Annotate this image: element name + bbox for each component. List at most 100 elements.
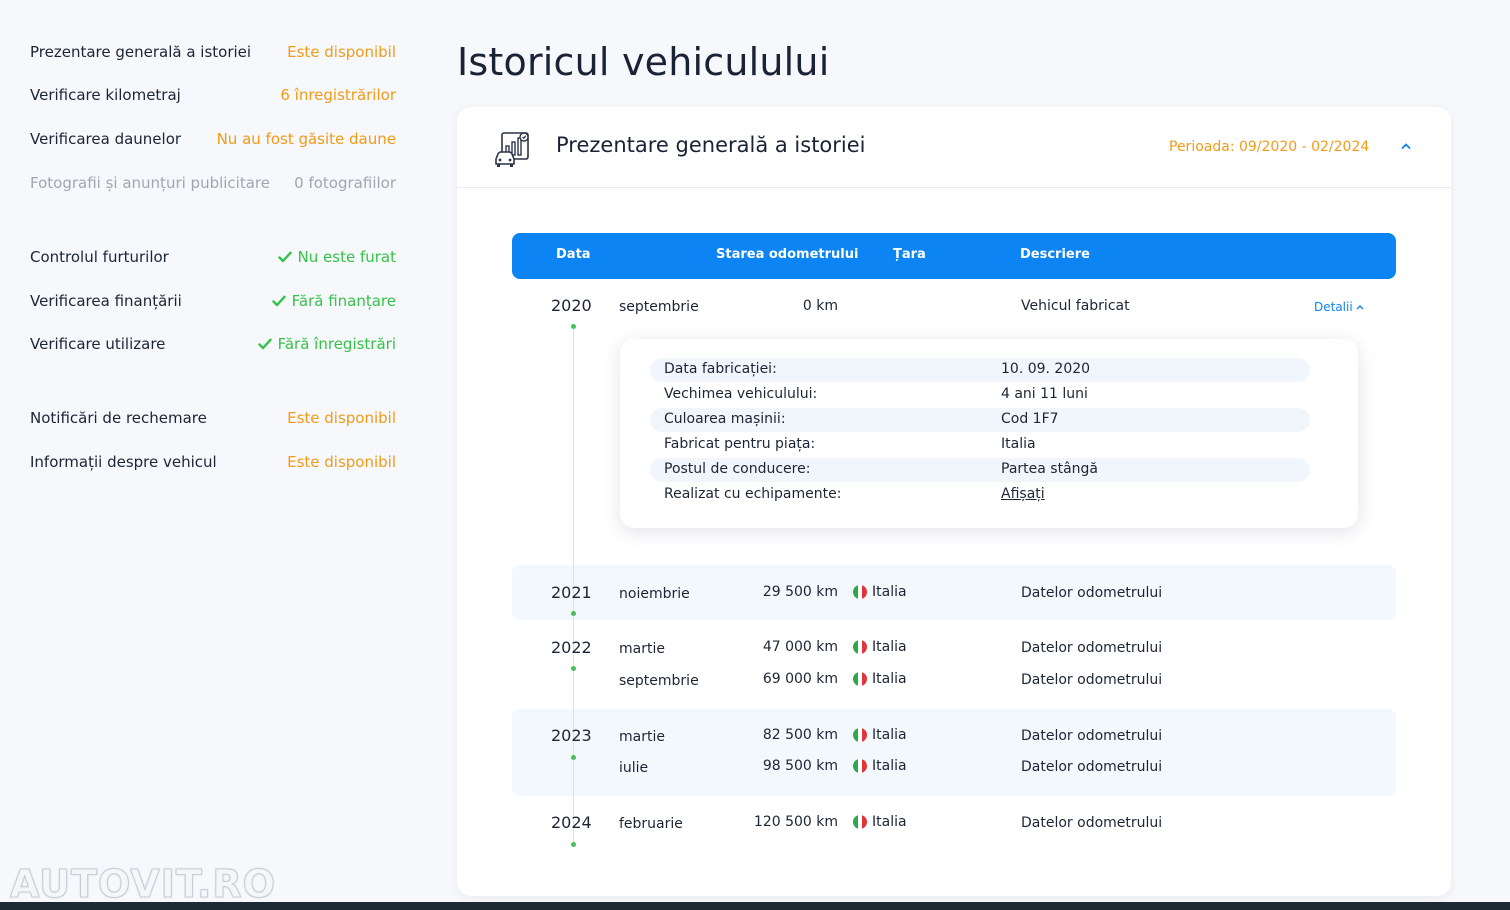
sidebar-item-history-overview[interactable]: Prezentare generală a istoriei Este disp… [30,40,396,64]
description-text: Datelor odometrului [1021,728,1163,744]
detail-value: Italia [1001,436,1036,452]
timeline-dot [571,755,576,760]
check-icon [257,338,272,350]
sidebar-item-label: Verificarea finanțării [30,292,182,310]
country-cell: Italia [853,814,907,830]
description-text: Datelor odometrului [1021,640,1163,656]
description-text: Datelor odometrului [1021,815,1163,831]
detail-value: Partea stângă [1001,461,1098,477]
description-text: Datelor odometrului [1021,759,1163,775]
year-label: 2023 [551,726,592,745]
sidebar-item-label: Fotografii și anunțuri publicitare [30,174,270,192]
sidebar-item-mileage-check[interactable]: Verificare kilometraj 6 înregistrărilor [30,83,396,107]
detail-key: Fabricat pentru piața: [664,436,816,452]
sidebar-item-vehicle-info[interactable]: Informații despre vehicul Este disponibi… [30,450,396,474]
sidebar-item-status: 6 înregistrărilor [280,86,396,104]
status-text: Fără finanțare [291,292,396,310]
country-cell: Italia [853,758,907,774]
year-group-2023 [512,709,1396,796]
sidebar-item-damage-check[interactable]: Verificarea daunelor Nu au fost găsite d… [30,127,396,151]
sidebar-item-status: Este disponibil [287,409,396,427]
column-header-country: Țara [893,247,926,262]
sidebar-item-label: Controlul furturilor [30,248,169,266]
italy-flag-icon [853,672,867,686]
sidebar-item-label: Verificare utilizare [30,335,166,353]
sidebar-item-status: Este disponibil [287,43,396,61]
sidebar-item-recall-notices[interactable]: Notificări de rechemare Este disponibil [30,406,396,430]
italy-flag-icon [853,728,867,742]
country-label: Italia [872,671,907,687]
description-text: Datelor odometrului [1021,672,1163,688]
watermark-logo: AUTOVIT.RO [10,862,276,907]
odometer-value: 47 000 km [762,639,838,655]
card-header[interactable]: Prezentare generală a istoriei Perioada:… [457,107,1451,188]
detail-value: 4 ani 11 luni [1001,386,1088,402]
period-label: Perioada: 09/2020 - 02/2024 [1169,139,1370,155]
status-text: Nu este furat [297,248,396,266]
detail-row: Realizat cu echipamente: Afișați [650,483,1310,507]
detail-value: 10. 09. 2020 [1001,361,1091,377]
sidebar-item-status: Fără finanțare [271,292,396,310]
odometer-value: 69 000 km [762,671,838,687]
year-group-2022 [512,620,1396,709]
detail-key: Postul de conducere: [664,461,811,477]
detail-key: Vechimea vehiculului: [664,386,818,402]
odometer-value: 0 km [802,298,838,314]
month-label: februarie [619,816,683,832]
sidebar-item-label: Notificări de rechemare [30,409,207,427]
description-text: Vehicul fabricat [1021,298,1130,314]
odometer-value: 120 500 km [753,814,838,830]
detail-row: Culoarea mașinii: Cod 1F7 [650,408,1310,432]
month-label: martie [619,729,665,745]
sidebar-item-financing-check[interactable]: Verificarea finanțării Fără finanțare [30,289,396,313]
description-text: Datelor odometrului [1021,585,1163,601]
detail-key: Culoarea mașinii: [664,411,786,427]
vehicle-details-panel: Data fabricației: 10. 09. 2020 Vechimea … [620,339,1358,528]
column-header-description: Descriere [1020,247,1090,262]
sidebar-item-status: Este disponibil [287,453,396,471]
bottom-bar [0,902,1510,910]
odometer-value: 29 500 km [762,584,838,600]
timeline-dot [571,842,576,847]
details-toggle[interactable]: Detalii [1314,300,1364,314]
detail-row: Fabricat pentru piața: Italia [650,433,1310,457]
odometer-value: 82 500 km [762,727,838,743]
odometer-value: 98 500 km [762,758,838,774]
table-header: Data Starea odometrului Țara Descriere [512,233,1396,279]
country-cell: Italia [853,727,907,743]
italy-flag-icon [853,759,867,773]
sidebar-item-status: 0 fotografiilor [294,174,396,192]
show-equipment-link[interactable]: Afișați [1001,486,1045,502]
history-overview-card: Prezentare generală a istoriei Perioada:… [457,107,1451,896]
check-icon [277,251,292,263]
country-cell: Italia [853,584,907,600]
sidebar-item-label: Verificare kilometraj [30,86,181,104]
status-text: Fără înregistrări [277,335,396,353]
sidebar-item-label: Prezentare generală a istoriei [30,43,252,61]
column-header-odometer: Starea odometrului [716,247,859,262]
country-label: Italia [872,814,907,830]
country-label: Italia [872,727,907,743]
chevron-up-icon[interactable] [1400,141,1412,151]
detail-value: Cod 1F7 [1001,411,1059,427]
month-label: septembrie [619,299,699,315]
detail-key: Realizat cu echipamente: [664,486,842,502]
detail-row: Vechimea vehiculului: 4 ani 11 luni [650,383,1310,407]
detail-row: Data fabricației: 10. 09. 2020 [650,358,1310,382]
year-label: 2022 [551,638,592,657]
page-title: Istoricul vehiculului [457,40,830,84]
country-label: Italia [872,584,907,600]
sidebar-item-status: Nu au fost găsite daune [216,130,396,148]
sidebar-item-label: Informații despre vehicul [30,453,217,471]
month-label: iulie [619,760,649,776]
sidebar-item-usage-check[interactable]: Verificare utilizare Fără înregistrări [30,332,396,356]
country-cell: Italia [853,671,907,687]
timeline-dot [571,324,576,329]
sidebar-item-theft-check[interactable]: Controlul furturilor Nu este furat [30,245,396,269]
check-icon [271,295,286,307]
detail-key: Data fabricației: [664,361,777,377]
timeline-dot [571,611,576,616]
italy-flag-icon [853,585,867,599]
timeline-dot [571,666,576,671]
sidebar-item-label: Verificarea daunelor [30,130,182,148]
